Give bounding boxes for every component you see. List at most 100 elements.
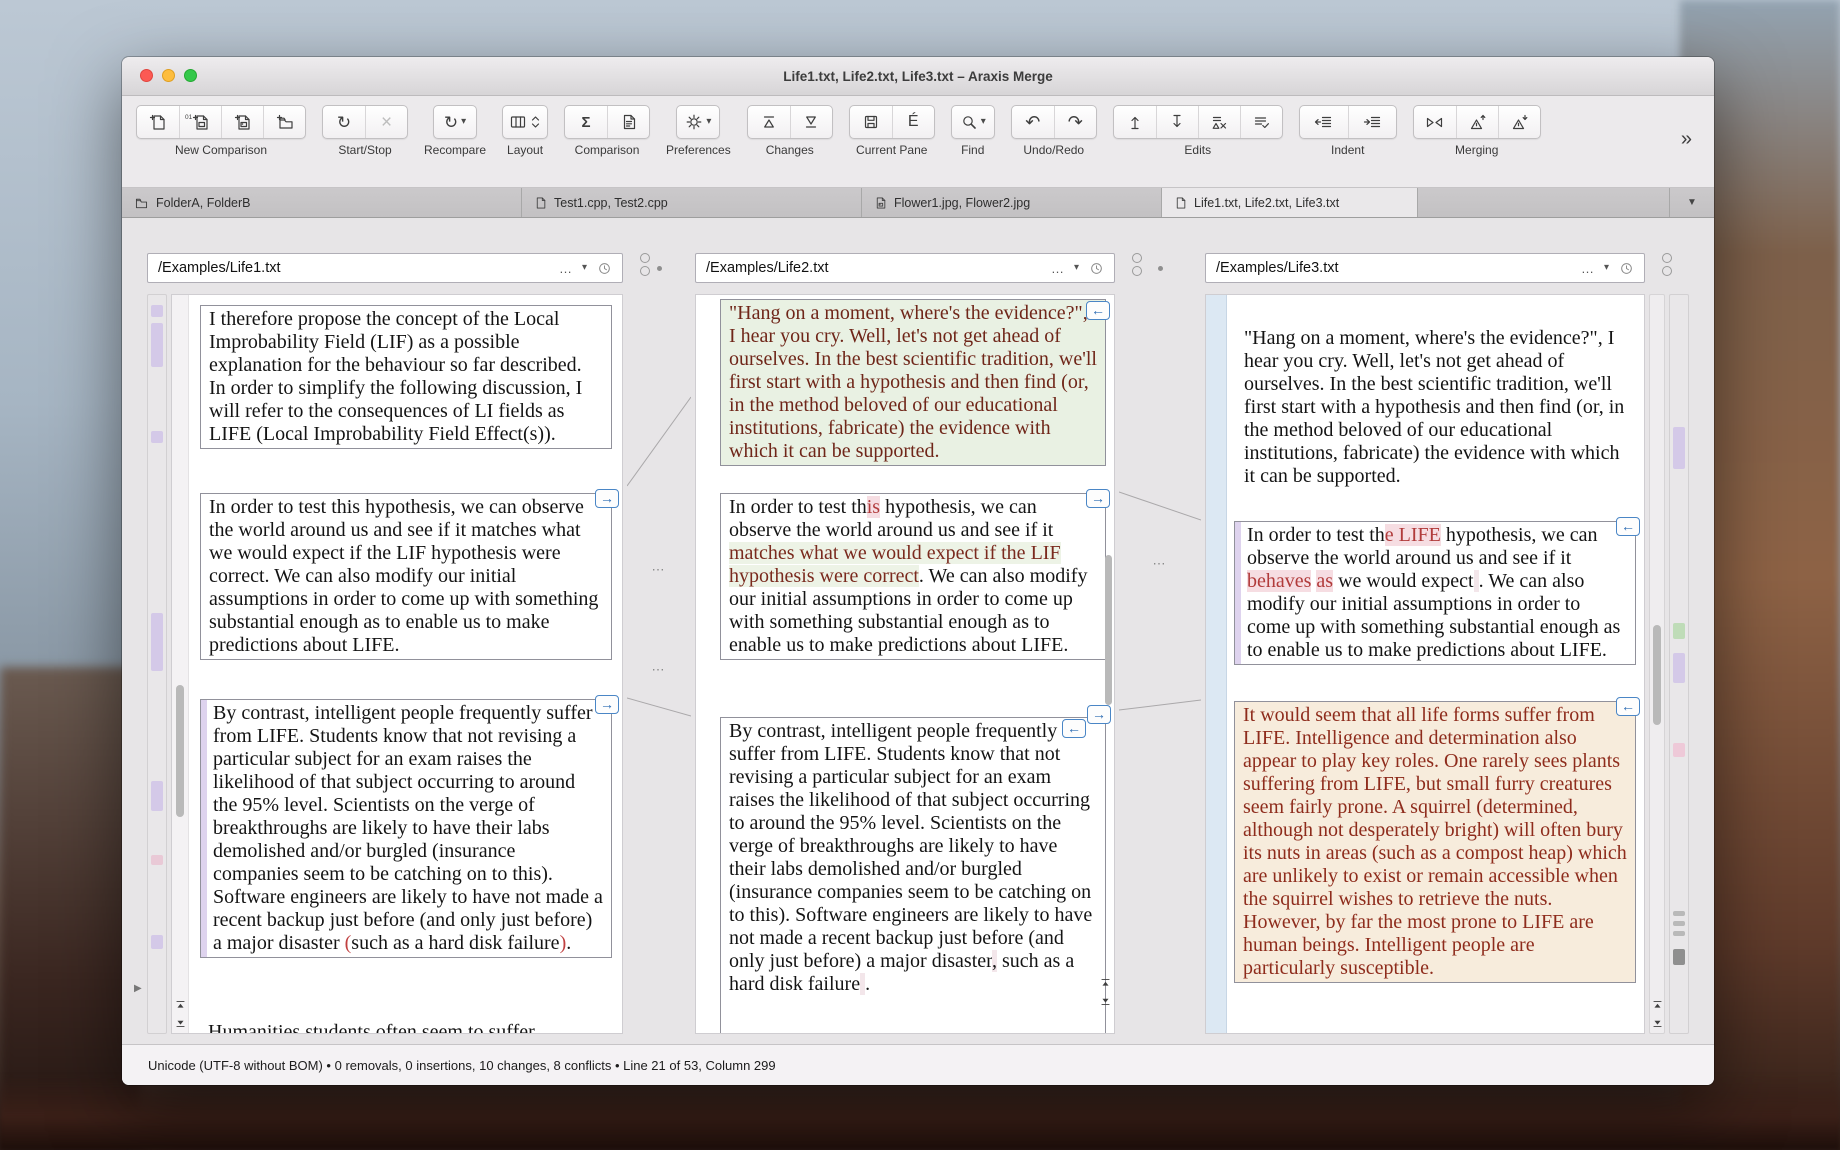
pane2-link-toggle[interactable] <box>1132 253 1142 276</box>
scroll-to-top-icon[interactable] <box>1099 977 1112 990</box>
change-block[interactable]: In order to test this hypothesis, we can… <box>200 493 612 660</box>
scroll-to-bottom-icon[interactable] <box>174 1016 187 1029</box>
change-block-inserted[interactable]: It would seem that all life forms suffer… <box>1234 701 1636 983</box>
path-dropdown-button[interactable]: ▾ <box>1604 263 1609 273</box>
last-change-icon <box>802 113 820 131</box>
pane3-scrollbar-track[interactable] <box>1649 294 1665 1034</box>
save-button[interactable] <box>850 106 892 138</box>
pane-expander-button[interactable]: ▶ <box>134 983 142 994</box>
minimize-window-button[interactable] <box>162 69 175 82</box>
history-clock-icon[interactable] <box>1619 261 1634 276</box>
toolbar-group-layout: Layout <box>502 105 548 157</box>
desktop-wallpaper-rock-bottom <box>0 1075 1840 1150</box>
merge-left-button[interactable]: ← <box>1616 697 1640 716</box>
merge-right-button[interactable]: → <box>1087 705 1111 724</box>
browse-ellipsis-button[interactable]: … <box>1581 262 1594 275</box>
layout-button[interactable] <box>503 106 547 138</box>
pane1-scrollbar-thumb[interactable] <box>176 685 184 817</box>
new-text-comparison-button[interactable] <box>137 106 179 138</box>
paragraph-text: By contrast, intelligent people frequent… <box>213 702 603 955</box>
title-bar[interactable]: Life1.txt, Life2.txt, Life3.txt – Araxis… <box>122 57 1714 96</box>
tab-test1-test2[interactable]: Test1.cpp, Test2.cpp <box>522 188 862 217</box>
merge-left-button[interactable]: ← <box>1616 517 1640 536</box>
find-button[interactable]: ▾ <box>952 106 994 138</box>
scroll-to-top-icon[interactable] <box>174 999 187 1012</box>
status-bar: Unicode (UTF-8 without BOM) • 0 removals… <box>122 1044 1714 1085</box>
merge-left-button[interactable]: ← <box>1062 719 1086 738</box>
change-block[interactable]: Humanities students often seem to suffer <box>200 1019 612 1034</box>
outdent-button[interactable] <box>1300 106 1348 138</box>
browse-ellipsis-button[interactable]: … <box>1051 262 1064 275</box>
pane3-path-bar[interactable]: /Examples/Life3.txt … ▾ <box>1205 253 1645 283</box>
scroll-to-bottom-icon[interactable] <box>1651 1016 1664 1029</box>
pane1-document[interactable]: I therefore propose the concept of the L… <box>171 294 623 1034</box>
comparison-summary-button[interactable]: Σ <box>565 106 607 138</box>
tab-foldera-folderb[interactable]: FolderA, FolderB <box>122 188 522 217</box>
next-change-button[interactable] <box>790 106 832 138</box>
pane1-path-bar[interactable]: /Examples/Life1.txt … ▾ <box>147 253 623 283</box>
encoding-button[interactable]: É <box>892 106 934 138</box>
pane2-path-bar[interactable]: /Examples/Life2.txt … ▾ <box>695 253 1115 283</box>
merge-right-button[interactable]: → <box>595 489 619 508</box>
change-block-inserted[interactable]: "Hang on a moment, where's the evidence?… <box>720 299 1106 466</box>
tab-flower1-flower2[interactable]: Flower1.jpg, Flower2.jpg <box>862 188 1162 217</box>
pane3-change-marker-strip[interactable] <box>1669 294 1689 1034</box>
history-clock-icon[interactable] <box>1089 261 1104 276</box>
preferences-button[interactable]: ▾ <box>677 106 719 138</box>
tab-list-dropdown-button[interactable]: ▼ <box>1669 188 1714 217</box>
merge-conflicts-down-button[interactable] <box>1498 106 1540 138</box>
toolbar: 01 New Comparison ↻ × Start/Stop ↻ <box>122 96 1714 188</box>
insert-change-before-button[interactable] <box>1114 106 1156 138</box>
merge-conflicts-up-button[interactable] <box>1456 106 1498 138</box>
pane1-scrollbar-track[interactable] <box>172 295 189 1033</box>
redo-button[interactable]: ↷ <box>1054 106 1096 138</box>
change-block-conflict[interactable]: In order to test the LIFE hypothesis, we… <box>1234 521 1636 665</box>
undo-button[interactable]: ↶ <box>1012 106 1054 138</box>
change-block[interactable]: In order to test this hypothesis, we can… <box>720 493 1106 660</box>
start-comparison-button[interactable]: ↻ <box>323 106 365 138</box>
pane3-link-toggle[interactable] <box>1662 253 1672 276</box>
new-folder-comparison-button[interactable] <box>263 106 305 138</box>
toolbar-overflow-button[interactable]: » <box>1681 128 1700 165</box>
insert-above-icon <box>1126 113 1144 131</box>
accept-edits-button[interactable] <box>1240 106 1282 138</box>
pane2-scrollbar-thumb[interactable] <box>1105 555 1112 705</box>
new-image-comparison-button[interactable] <box>221 106 263 138</box>
previous-change-button[interactable] <box>748 106 790 138</box>
history-clock-icon[interactable] <box>597 261 612 276</box>
scroll-to-top-icon[interactable] <box>1651 999 1664 1012</box>
close-window-button[interactable] <box>140 69 153 82</box>
pane2-document[interactable]: "Hang on a moment, where's the evidence?… <box>695 294 1115 1034</box>
merge-right-button[interactable]: → <box>595 695 619 714</box>
browse-ellipsis-button[interactable]: … <box>559 262 572 275</box>
path-dropdown-button[interactable]: ▾ <box>582 263 587 273</box>
pane3-scroll-extent-buttons <box>1651 999 1664 1029</box>
paragraph-text: I therefore propose the concept of the L… <box>209 308 582 445</box>
tab-label: Life1.txt, Life2.txt, Life3.txt <box>1194 196 1339 210</box>
change-block[interactable]: "Hang on a moment, where's the evidence?… <box>1236 325 1636 490</box>
pane1-link-toggle[interactable] <box>640 253 650 276</box>
undo-icon: ↶ <box>1025 113 1040 131</box>
merge-left-button[interactable]: ← <box>1086 301 1110 320</box>
path-dropdown-button[interactable]: ▾ <box>1074 263 1079 273</box>
zoom-window-button[interactable] <box>184 69 197 82</box>
change-block[interactable]: By contrast, intelligent people frequent… <box>720 717 1106 1034</box>
recompare-button[interactable]: ↻ ▾ <box>434 106 476 138</box>
window-controls <box>140 69 197 82</box>
change-block[interactable]: I therefore propose the concept of the L… <box>200 305 612 449</box>
scroll-to-bottom-icon[interactable] <box>1099 994 1112 1007</box>
merge-both-button[interactable] <box>1414 106 1456 138</box>
pane1-change-marker-strip[interactable] <box>147 294 167 1034</box>
pane3-scrollbar-thumb[interactable] <box>1653 625 1661 725</box>
insert-change-after-button[interactable] <box>1156 106 1198 138</box>
indent-button[interactable] <box>1348 106 1396 138</box>
merge-right-button[interactable]: → <box>1086 489 1110 508</box>
block-edge-strip <box>1235 522 1241 664</box>
comparison-report-button[interactable] <box>607 106 649 138</box>
change-block[interactable]: By contrast, intelligent people frequent… <box>200 699 612 958</box>
tab-life1-life2-life3[interactable]: Life1.txt, Life2.txt, Life3.txt <box>1162 188 1418 217</box>
remove-edit-button[interactable] <box>1198 106 1240 138</box>
pane3-document[interactable]: "Hang on a moment, where's the evidence?… <box>1205 294 1645 1034</box>
stop-comparison-button[interactable]: × <box>365 106 407 138</box>
new-binary-comparison-button[interactable]: 01 <box>179 106 221 138</box>
